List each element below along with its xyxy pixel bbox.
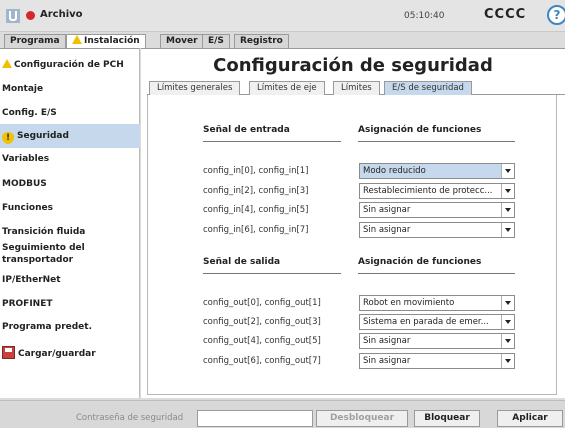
sidebar-item-config-es[interactable]: Config. E/S xyxy=(0,107,140,119)
lock-button[interactable]: Bloquear xyxy=(414,410,480,427)
clock: 05:10:40 xyxy=(404,11,445,21)
output-signal-label: config_out[2], config_out[3] xyxy=(203,317,321,327)
sidebar-item-seguridad[interactable]: ! Seguridad xyxy=(0,124,140,148)
sidebar-item-label: Cargar/guardar xyxy=(18,349,96,359)
tab-registro[interactable]: Registro xyxy=(234,34,289,48)
shield-warning-icon: ! xyxy=(2,132,14,144)
output-assign-header: Asignación de funciones xyxy=(358,257,482,267)
password-input[interactable] xyxy=(197,410,313,427)
main-tabs: Programa Instalación Mover E/S Registro xyxy=(0,34,565,48)
sidebar-item-label: Configuración de PCH xyxy=(14,60,124,70)
tab-limites[interactable]: Límites xyxy=(333,81,380,95)
sidebar-item-transicion-fluida[interactable]: Transición fluida xyxy=(0,226,140,238)
output-function-select[interactable]: Robot en movimiento xyxy=(359,295,515,311)
chevron-down-icon xyxy=(501,315,514,329)
tab-instalacion[interactable]: Instalación xyxy=(66,34,146,48)
apply-button[interactable]: Aplicar xyxy=(497,410,563,427)
divider xyxy=(203,141,341,142)
sidebar-item-configuracion-pch[interactable]: Configuración de PCH xyxy=(0,59,140,71)
input-function-select[interactable]: Modo reducido xyxy=(359,163,515,179)
divider xyxy=(358,141,515,142)
input-signal-label: config_in[4], config_in[5] xyxy=(203,205,309,215)
chevron-down-icon xyxy=(501,164,514,178)
input-signal-header: Señal de entrada xyxy=(203,125,290,135)
tab-programa[interactable]: Programa xyxy=(4,34,66,48)
input-function-select[interactable]: Sin asignar xyxy=(359,222,515,238)
warning-icon xyxy=(2,59,12,68)
warning-icon xyxy=(72,35,82,44)
file-menu[interactable]: Archivo xyxy=(40,9,83,20)
output-signal-label: config_out[4], config_out[5] xyxy=(203,336,321,346)
universal-robots-logo-icon xyxy=(6,9,20,23)
output-signal-label: config_out[0], config_out[1] xyxy=(203,298,321,308)
tab-es-de-seguridad[interactable]: E/S de seguridad xyxy=(384,81,472,95)
input-function-select[interactable]: Restablecimiento de protecc... xyxy=(359,183,515,199)
sidebar-item-programa-predet[interactable]: Programa predet. xyxy=(0,321,140,333)
robot-name: CCCC xyxy=(484,7,527,22)
sidebar: Configuración de PCH Montaje Config. E/S… xyxy=(0,48,140,398)
page-title: Configuración de seguridad xyxy=(213,55,493,76)
save-disk-icon xyxy=(2,346,15,359)
sub-tabs: Límites generales Límites de eje Límites… xyxy=(147,81,565,95)
chevron-down-icon xyxy=(501,334,514,348)
help-icon[interactable]: ? xyxy=(547,5,565,25)
output-function-select[interactable]: Sin asignar xyxy=(359,353,515,369)
divider xyxy=(358,273,515,274)
chevron-down-icon xyxy=(501,223,514,237)
sidebar-item-seguimiento-line1[interactable]: Seguimiento del xyxy=(0,242,140,254)
sidebar-item-cargar-guardar[interactable]: Cargar/guardar xyxy=(0,346,140,360)
output-signal-header: Señal de salida xyxy=(203,257,281,267)
input-assign-header: Asignación de funciones xyxy=(358,125,482,135)
sidebar-item-modbus[interactable]: MODBUS xyxy=(0,178,140,190)
input-signal-label: config_in[0], config_in[1] xyxy=(203,166,309,176)
safety-io-panel: Señal de entrada Asignación de funciones… xyxy=(147,95,557,395)
output-signal-label: config_out[6], config_out[7] xyxy=(203,356,321,366)
bottom-bar: Contraseña de seguridad Desbloquear Bloq… xyxy=(0,400,565,428)
sidebar-item-funciones[interactable]: Funciones xyxy=(0,202,140,214)
sidebar-item-variables[interactable]: Variables xyxy=(0,153,140,165)
tab-limites-generales[interactable]: Límites generales xyxy=(149,81,241,95)
input-signal-label: config_in[2], config_in[3] xyxy=(203,186,309,196)
password-label: Contraseña de seguridad xyxy=(76,413,184,423)
unlock-button[interactable]: Desbloquear xyxy=(316,410,408,427)
sidebar-item-seguimiento-line2[interactable]: transportador xyxy=(0,254,140,266)
tab-mover[interactable]: Mover xyxy=(160,34,204,48)
sidebar-item-montaje[interactable]: Montaje xyxy=(0,83,140,95)
input-function-select[interactable]: Sin asignar xyxy=(359,202,515,218)
record-dot-icon[interactable] xyxy=(26,11,35,20)
top-bar: Archivo 05:10:40 CCCC ? xyxy=(0,0,565,32)
sidebar-item-label: Seguridad xyxy=(17,131,69,141)
divider xyxy=(203,273,341,274)
output-function-select[interactable]: Sin asignar xyxy=(359,333,515,349)
tab-limites-de-eje[interactable]: Límites de eje xyxy=(249,81,325,95)
safety-config-panel: Configuración de seguridad Límites gener… xyxy=(141,48,565,398)
sidebar-item-profinet[interactable]: PROFINET xyxy=(0,298,140,310)
input-signal-label: config_in[6], config_in[7] xyxy=(203,225,309,235)
chevron-down-icon xyxy=(501,354,514,368)
tab-es[interactable]: E/S xyxy=(202,34,230,48)
sidebar-item-ip-ethernet[interactable]: IP/EtherNet xyxy=(0,274,140,286)
chevron-down-icon xyxy=(501,296,514,310)
chevron-down-icon xyxy=(501,203,514,217)
chevron-down-icon xyxy=(501,184,514,198)
output-function-select[interactable]: Sistema en parada de emer... xyxy=(359,314,515,330)
tab-instalacion-label: Instalación xyxy=(84,36,140,46)
